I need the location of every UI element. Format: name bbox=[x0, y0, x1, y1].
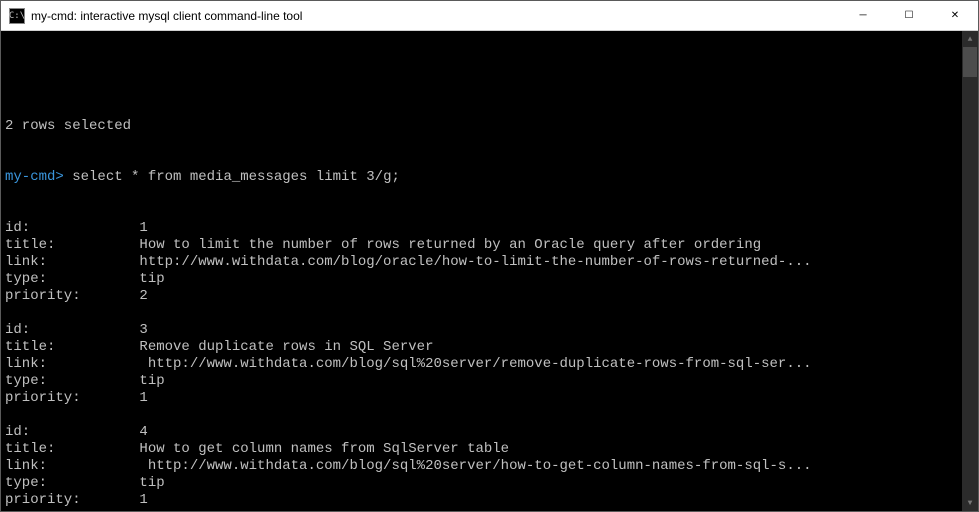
window-controls: ─ ☐ ✕ bbox=[840, 1, 978, 30]
record-field-type: type: tip bbox=[5, 271, 978, 288]
maximize-button[interactable]: ☐ bbox=[886, 1, 932, 30]
terminal-prev-status: 2 rows selected bbox=[5, 118, 978, 135]
scrollbar-thumb[interactable] bbox=[963, 47, 977, 77]
app-icon: C:\ bbox=[9, 8, 25, 24]
record-field-link: link: http://www.withdata.com/blog/sql%2… bbox=[5, 458, 978, 475]
record-field-link: link: http://www.withdata.com/blog/sql%2… bbox=[5, 356, 978, 373]
record-field-type: type: tip bbox=[5, 475, 978, 492]
record-field-title: title: Remove duplicate rows in SQL Serv… bbox=[5, 339, 978, 356]
record-field-title: title: How to get column names from SqlS… bbox=[5, 441, 978, 458]
record-field-link: link: http://www.withdata.com/blog/oracl… bbox=[5, 254, 978, 271]
terminal-blank-line bbox=[5, 407, 978, 424]
terminal-command-line: my-cmd> select * from media_messages lim… bbox=[5, 169, 978, 186]
record-field-id: id: 1 bbox=[5, 220, 978, 237]
terminal-blank-line bbox=[5, 305, 978, 322]
vertical-scrollbar[interactable]: ▲ ▼ bbox=[962, 31, 978, 511]
terminal-records: id: 1title: How to limit the number of r… bbox=[5, 220, 978, 509]
terminal-blank-line bbox=[5, 67, 978, 84]
scrollbar-down-arrow[interactable]: ▼ bbox=[962, 495, 978, 511]
record-field-priority: priority: 2 bbox=[5, 288, 978, 305]
record-field-type: type: tip bbox=[5, 373, 978, 390]
record-field-id: id: 3 bbox=[5, 322, 978, 339]
record-field-priority: priority: 1 bbox=[5, 492, 978, 509]
prompt: my-cmd> bbox=[5, 169, 64, 185]
close-button[interactable]: ✕ bbox=[932, 1, 978, 30]
terminal-area[interactable]: 2 rows selected my-cmd> select * from me… bbox=[1, 31, 978, 511]
window-title: my-cmd: interactive mysql client command… bbox=[31, 9, 840, 23]
scrollbar-up-arrow[interactable]: ▲ bbox=[962, 31, 978, 47]
window-titlebar[interactable]: C:\ my-cmd: interactive mysql client com… bbox=[1, 1, 978, 31]
record-field-title: title: How to limit the number of rows r… bbox=[5, 237, 978, 254]
record-field-priority: priority: 1 bbox=[5, 390, 978, 407]
record-field-id: id: 4 bbox=[5, 424, 978, 441]
minimize-button[interactable]: ─ bbox=[840, 1, 886, 30]
command-text: select * from media_messages limit 3/g; bbox=[64, 169, 400, 185]
